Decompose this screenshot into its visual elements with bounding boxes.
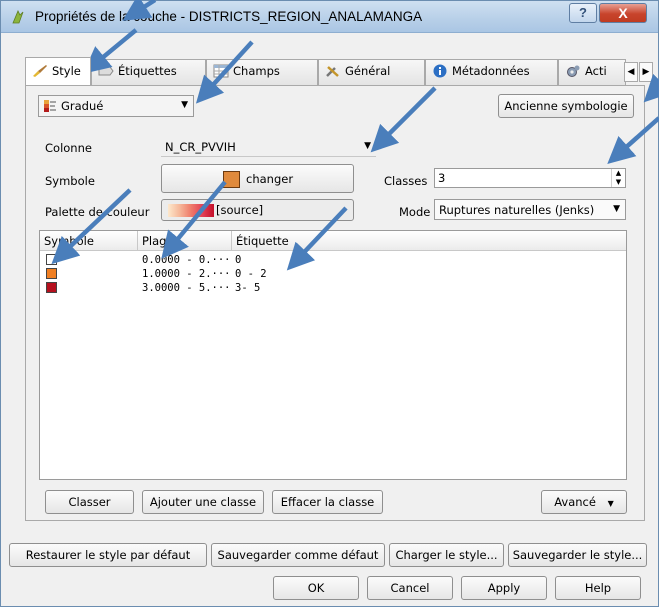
load-style-button[interactable]: Charger le style... [389, 543, 504, 567]
label-cell[interactable]: 0 - 2 [235, 268, 267, 281]
tab-actions[interactable]: Acti [558, 59, 626, 85]
apply-button[interactable]: Apply [461, 576, 547, 600]
add-class-button[interactable]: Ajouter une classe [142, 490, 264, 514]
classes-table[interactable]: Symbole Plage Étiquette 0.0000 - 0.··· 0… [39, 230, 627, 480]
table-icon [213, 64, 229, 78]
style-brush-icon [33, 65, 47, 77]
tab-labels[interactable]: Étiquettes [91, 59, 206, 85]
title-bar: Propriétés de la couche - DISTRICTS_REGI… [1, 1, 658, 33]
delete-class-button[interactable]: Effacer la classe [272, 490, 383, 514]
cancel-button[interactable]: Cancel [367, 576, 453, 600]
range-cell[interactable]: 1.0000 - 2.··· [142, 268, 231, 281]
classes-label: Classes [384, 174, 428, 188]
tab-fields[interactable]: Champs [206, 59, 318, 85]
tab-actions-label: Acti [585, 64, 607, 78]
table-row[interactable]: 3.0000 - 5.··· 3- 5 [40, 282, 626, 295]
tab-style-label: Style [52, 64, 81, 78]
tools-icon [326, 66, 339, 77]
close-button[interactable]: X [599, 3, 647, 23]
old-symbology-button[interactable]: Ancienne symbologie [498, 94, 634, 118]
advanced-menu-button[interactable]: Avancé ▼ [541, 490, 627, 514]
column-header-symbol[interactable]: Symbole [40, 231, 138, 251]
tab-general-label: Général [345, 64, 391, 78]
change-symbol-label: changer [246, 172, 294, 186]
tab-metadata-label: Métadonnées [452, 64, 530, 78]
chevron-down-icon: ▼ [181, 100, 188, 110]
help-title-button[interactable]: ? [569, 3, 597, 23]
chevron-down-icon: ▼ [613, 204, 620, 214]
help-button[interactable]: Help [555, 576, 641, 600]
renderer-value: Gradué [61, 99, 104, 113]
classes-value: 3 [438, 171, 446, 185]
color-ramp-select[interactable]: [source] [161, 199, 354, 221]
ok-button[interactable]: OK [273, 576, 359, 600]
tab-general[interactable]: Général [318, 59, 425, 85]
tab-bar: Style Étiquettes Champs Général Métadonn… [25, 57, 653, 85]
label-cell[interactable]: 0 [235, 254, 241, 267]
qgis-logo-icon [12, 10, 24, 24]
classify-button[interactable]: Classer [45, 490, 134, 514]
tab-fields-label: Champs [233, 64, 280, 78]
color-ramp-value: [source] [216, 203, 264, 217]
tab-scroll-right-button[interactable]: ▶ [639, 62, 653, 82]
class-color-swatch[interactable] [46, 268, 57, 279]
table-row[interactable]: 1.0000 - 2.··· 0 - 2 [40, 268, 626, 281]
restore-default-style-button[interactable]: Restaurer le style par défaut [9, 543, 207, 567]
advanced-label: Avancé [554, 495, 596, 509]
save-style-button[interactable]: Sauvegarder le style... [508, 543, 647, 567]
gear-icon [567, 65, 580, 77]
column-select[interactable]: N_CR_PVVIH ▼ [161, 137, 376, 157]
spinbox-arrows-icon[interactable]: ▲ ▼ [611, 169, 625, 187]
column-value: N_CR_PVVIH [165, 140, 236, 154]
save-as-default-button[interactable]: Sauvegarder comme défaut [211, 543, 385, 567]
graduated-renderer-icon [44, 100, 56, 112]
renderer-select[interactable]: Gradué ▼ [38, 95, 194, 117]
column-header-label[interactable]: Étiquette [232, 231, 628, 251]
mode-select[interactable]: Ruptures naturelles (Jenks) ▼ [434, 199, 626, 220]
change-symbol-button[interactable]: changer [161, 164, 354, 193]
window-title: Propriétés de la couche - DISTRICTS_REGI… [35, 9, 423, 24]
range-cell[interactable]: 0.0000 - 0.··· [142, 254, 231, 267]
chevron-down-icon: ▼ [364, 141, 371, 151]
symbol-label: Symbole [45, 174, 95, 188]
classes-spinbox[interactable]: 3 ▲ ▼ [434, 168, 626, 188]
tab-scroll-left-button[interactable]: ◀ [624, 62, 638, 82]
layer-properties-dialog: Propriétés de la couche - DISTRICTS_REGI… [0, 0, 659, 607]
palette-label: Palette de couleur [45, 205, 150, 219]
column-header-range[interactable]: Plage [138, 231, 232, 251]
chevron-down-icon: ▼ [607, 499, 614, 508]
range-cell[interactable]: 3.0000 - 5.··· [142, 282, 231, 295]
table-header: Symbole Plage Étiquette [40, 231, 626, 251]
mode-value: Ruptures naturelles (Jenks) [439, 203, 595, 217]
label-icon [98, 66, 114, 76]
table-row[interactable]: 0.0000 - 0.··· 0 [40, 254, 626, 267]
column-label: Colonne [45, 141, 92, 155]
color-ramp-preview [168, 204, 214, 217]
tab-style[interactable]: Style [25, 57, 91, 85]
label-cell[interactable]: 3- 5 [235, 282, 260, 295]
symbol-swatch [223, 171, 240, 188]
class-color-swatch[interactable] [46, 282, 57, 293]
tab-labels-label: Étiquettes [118, 64, 177, 78]
tab-metadata[interactable]: Métadonnées [425, 59, 558, 85]
info-icon [433, 64, 447, 78]
class-color-swatch[interactable] [46, 254, 57, 265]
mode-label: Mode [399, 205, 431, 219]
